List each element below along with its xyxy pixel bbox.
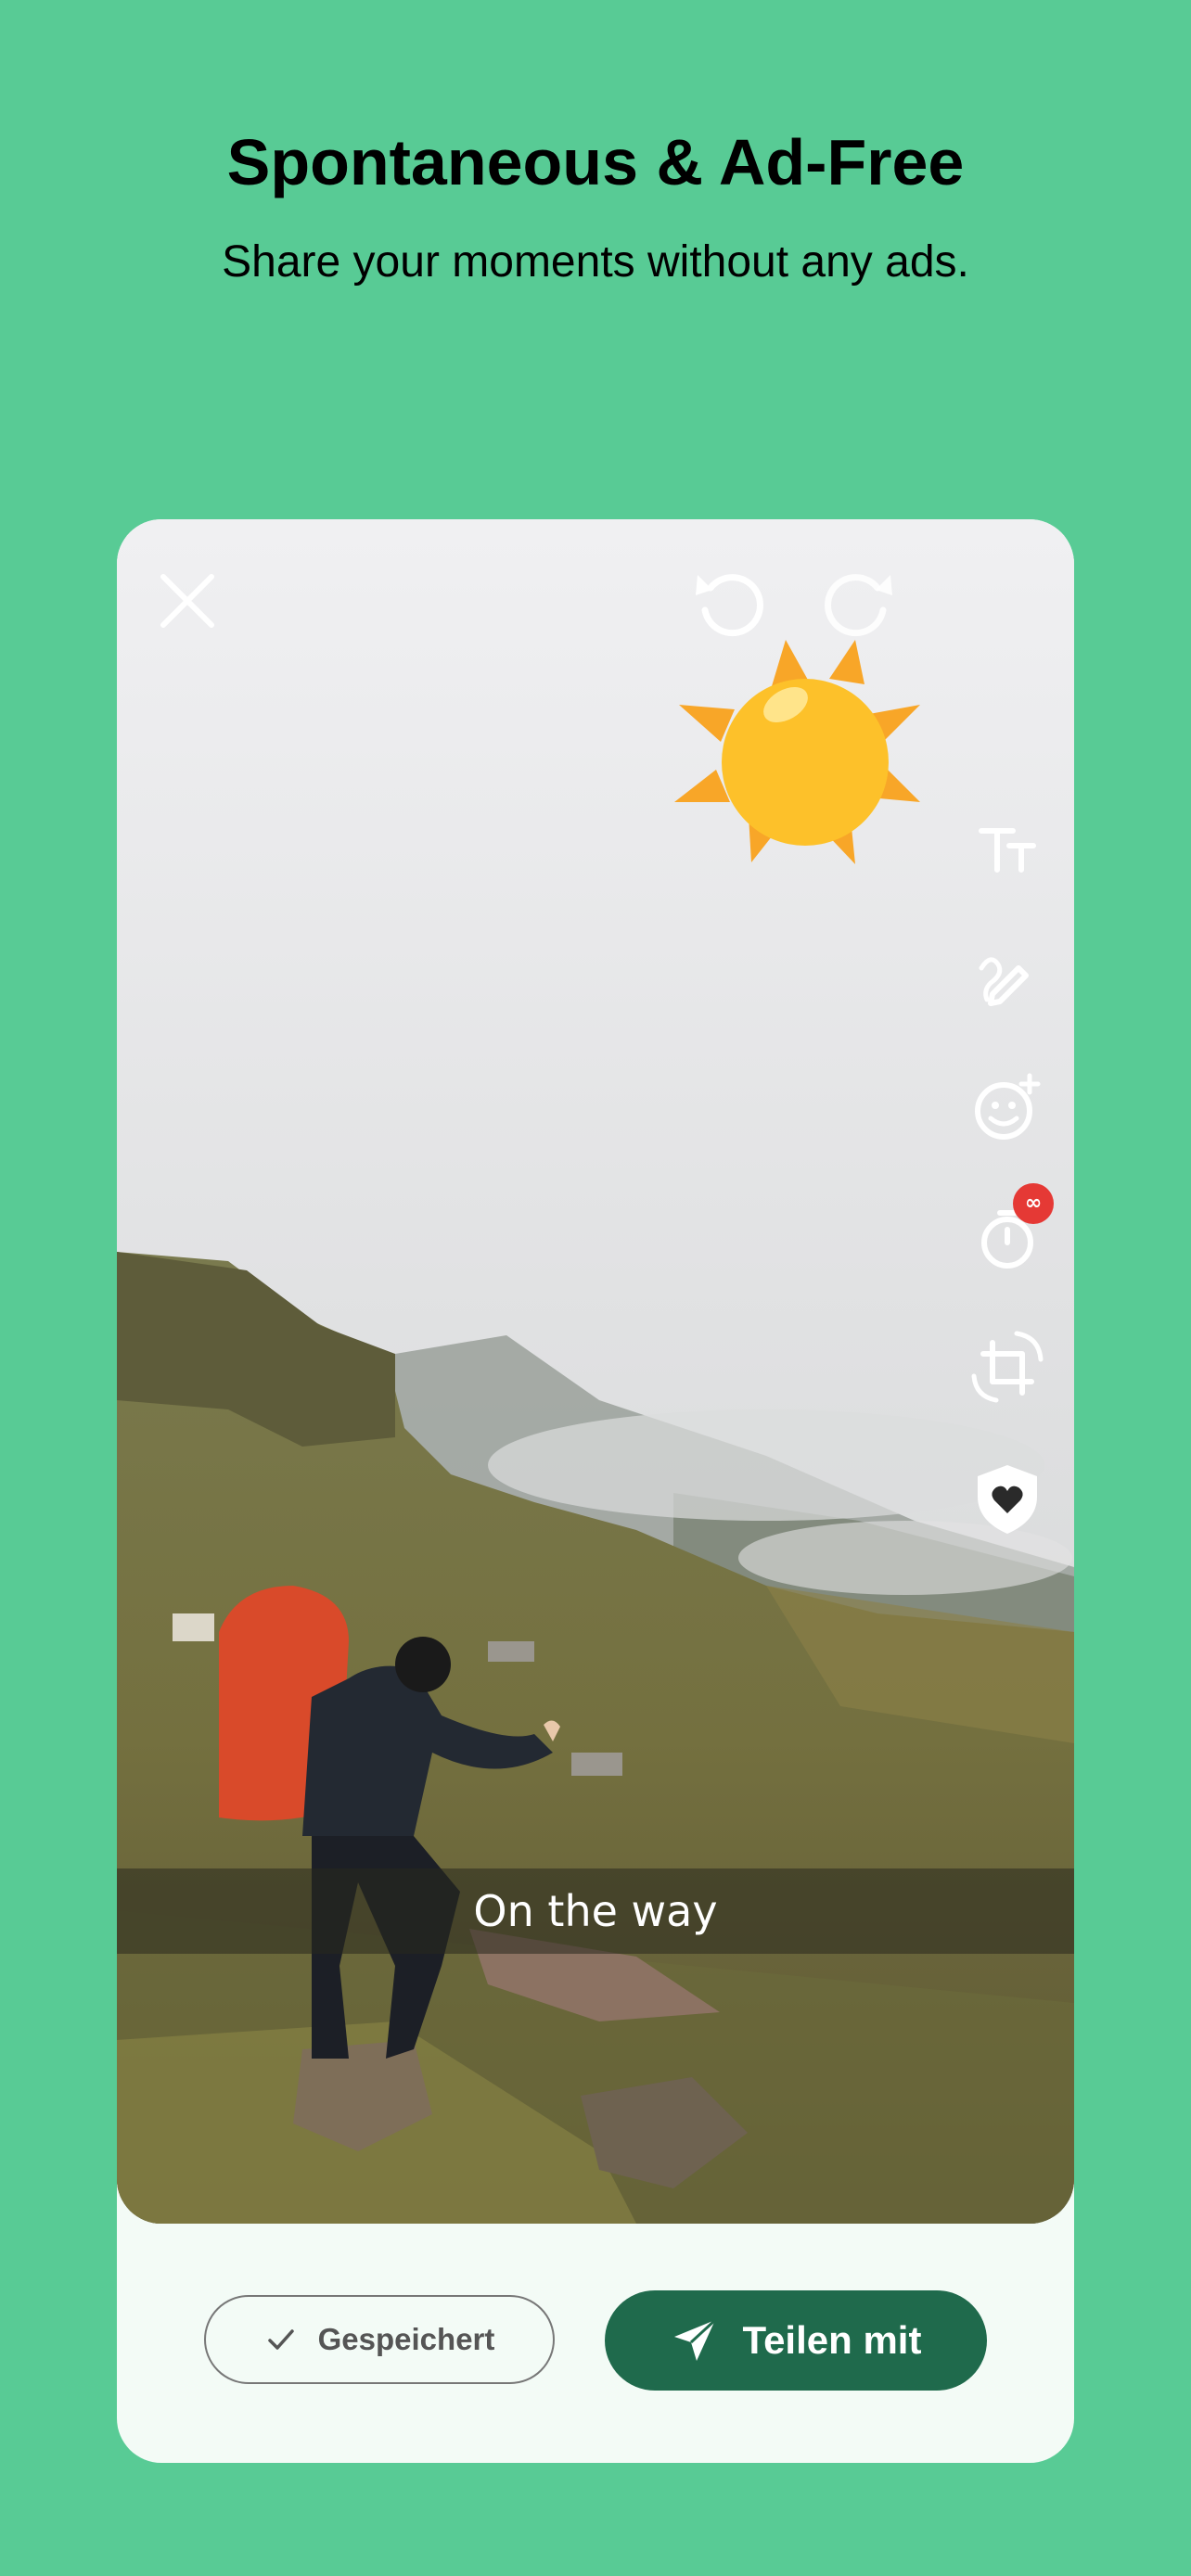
timer-badge: ∞ xyxy=(1013,1183,1054,1224)
page-headline: Spontaneous & Ad-Free xyxy=(226,126,965,198)
privacy-shield-icon[interactable] xyxy=(968,1460,1046,1537)
sun-sticker[interactable] xyxy=(670,612,967,895)
photo-preview: ∞ On the way xyxy=(117,519,1074,2224)
check-icon xyxy=(267,2329,294,2350)
caption-bar[interactable]: On the way xyxy=(117,1868,1074,1954)
share-label: Teilen mit xyxy=(742,2318,922,2362)
page-subline: Share your moments without any ads. xyxy=(222,237,969,287)
close-icon[interactable] xyxy=(154,567,221,634)
editor-card: ∞ On the way Gespeichert Teilen mit xyxy=(117,519,1074,2463)
caption-text: On the way xyxy=(473,1886,718,1936)
saved-label: Gespeichert xyxy=(317,2322,495,2356)
draw-icon[interactable] xyxy=(974,946,1041,1013)
text-size-icon[interactable] xyxy=(974,816,1041,883)
crop-rotate-icon[interactable] xyxy=(968,1328,1046,1406)
send-icon xyxy=(673,2318,716,2361)
sticker-add-icon[interactable] xyxy=(970,1070,1044,1144)
saved-button[interactable]: Gespeichert xyxy=(204,2295,555,2384)
share-button[interactable]: Teilen mit xyxy=(605,2290,987,2391)
